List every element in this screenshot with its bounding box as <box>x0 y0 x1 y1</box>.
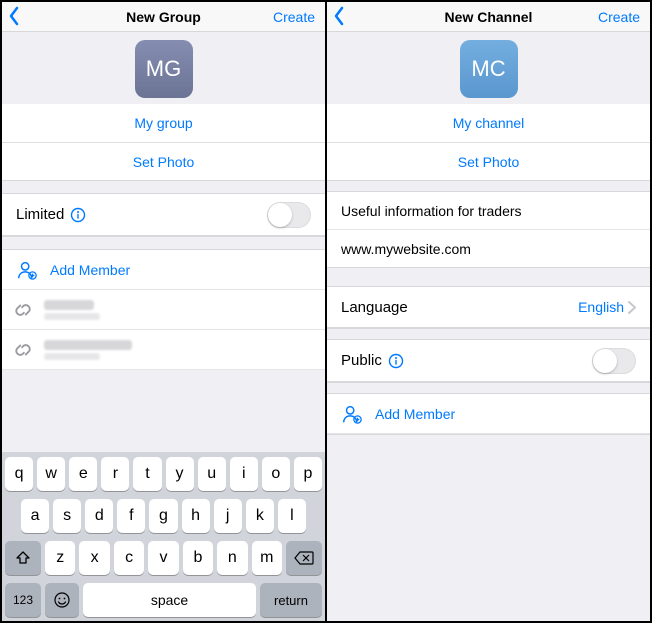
navbar-group: New Group Create <box>2 2 325 32</box>
add-member-button[interactable]: Add Member <box>327 394 650 434</box>
key-o[interactable]: o <box>262 457 290 491</box>
keyboard-row-3: z x c v b n m <box>5 541 322 575</box>
add-member-icon <box>341 403 363 425</box>
content-filler <box>327 434 650 621</box>
key-y[interactable]: y <box>166 457 194 491</box>
public-row: Public <box>327 340 650 382</box>
set-photo-button[interactable]: Set Photo <box>327 142 650 180</box>
key-w[interactable]: w <box>37 457 65 491</box>
key-k[interactable]: k <box>246 499 274 533</box>
contact-name-blurred <box>44 300 100 320</box>
key-z[interactable]: z <box>45 541 75 575</box>
language-label: Language <box>341 299 408 316</box>
limited-label: Limited <box>16 206 64 223</box>
key-r[interactable]: r <box>101 457 129 491</box>
key-d[interactable]: d <box>85 499 113 533</box>
key-backspace[interactable] <box>286 541 322 575</box>
backspace-icon <box>294 551 314 565</box>
key-x[interactable]: x <box>79 541 109 575</box>
keyboard: q w e r t y u i o p a s d f g h j k l <box>2 452 325 621</box>
contact-row[interactable] <box>2 330 325 370</box>
section-gap <box>327 268 650 286</box>
group-name-field[interactable]: My group <box>2 104 325 142</box>
key-shift[interactable] <box>5 541 41 575</box>
key-space[interactable]: space <box>83 583 256 617</box>
group-avatar[interactable]: MG <box>135 40 193 98</box>
description-field[interactable]: Useful information for traders <box>327 192 650 230</box>
pane-new-channel: New Channel Create MC My channel Set Pho… <box>327 2 650 621</box>
separator <box>327 382 650 394</box>
info-icon[interactable] <box>64 207 86 223</box>
avatar-section: MG <box>2 32 325 104</box>
key-q[interactable]: q <box>5 457 33 491</box>
channel-name-field[interactable]: My channel <box>327 104 650 142</box>
keyboard-row-1: q w e r t y u i o p <box>5 457 322 491</box>
keyboard-row-4: 123 space return <box>5 583 322 617</box>
separator <box>2 236 325 250</box>
app-container: New Group Create MG My group Set Photo L… <box>0 0 652 623</box>
navbar-title: New Group <box>126 9 201 25</box>
set-photo-button[interactable]: Set Photo <box>2 142 325 180</box>
add-member-label: Add Member <box>50 262 130 278</box>
channel-avatar[interactable]: MC <box>460 40 518 98</box>
key-t[interactable]: t <box>133 457 161 491</box>
key-f[interactable]: f <box>117 499 145 533</box>
add-member-button[interactable]: Add Member <box>2 250 325 290</box>
add-member-label: Add Member <box>375 406 455 422</box>
shift-icon <box>15 550 31 566</box>
content-filler <box>2 370 325 452</box>
key-numbers[interactable]: 123 <box>5 583 41 617</box>
separator <box>327 328 650 340</box>
website-field[interactable]: www.mywebsite.com <box>327 230 650 268</box>
emoji-icon <box>53 591 71 609</box>
separator <box>327 180 650 192</box>
key-n[interactable]: n <box>217 541 247 575</box>
key-v[interactable]: v <box>148 541 178 575</box>
contact-row[interactable] <box>2 290 325 330</box>
add-member-icon <box>16 259 38 281</box>
chevron-right-icon <box>628 301 636 314</box>
name-section: My channel Set Photo <box>327 104 650 180</box>
pane-new-group: New Group Create MG My group Set Photo L… <box>2 2 327 621</box>
public-toggle[interactable] <box>592 348 636 374</box>
navbar-channel: New Channel Create <box>327 2 650 32</box>
create-button[interactable]: Create <box>273 2 315 32</box>
keyboard-row-2: a s d f g h j k l <box>5 499 322 533</box>
key-c[interactable]: c <box>114 541 144 575</box>
public-label: Public <box>341 352 382 369</box>
key-j[interactable]: j <box>214 499 242 533</box>
key-e[interactable]: e <box>69 457 97 491</box>
key-s[interactable]: s <box>53 499 81 533</box>
info-icon[interactable] <box>382 353 404 369</box>
separator <box>2 180 325 194</box>
key-g[interactable]: g <box>149 499 177 533</box>
key-b[interactable]: b <box>183 541 213 575</box>
key-u[interactable]: u <box>198 457 226 491</box>
chevron-left-icon <box>8 6 20 26</box>
key-p[interactable]: p <box>294 457 322 491</box>
key-emoji[interactable] <box>45 583 79 617</box>
language-value: English <box>578 299 624 315</box>
link-icon <box>12 299 34 321</box>
limited-row: Limited <box>2 194 325 236</box>
limited-toggle[interactable] <box>267 202 311 228</box>
key-a[interactable]: a <box>21 499 49 533</box>
navbar-title: New Channel <box>445 9 533 25</box>
create-button[interactable]: Create <box>598 2 640 32</box>
name-section: My group Set Photo <box>2 104 325 180</box>
avatar-section: MC <box>327 32 650 104</box>
key-h[interactable]: h <box>182 499 210 533</box>
language-row[interactable]: Language English <box>327 286 650 328</box>
key-m[interactable]: m <box>252 541 282 575</box>
key-l[interactable]: l <box>278 499 306 533</box>
back-button[interactable] <box>333 6 345 26</box>
back-button[interactable] <box>8 6 20 26</box>
key-return[interactable]: return <box>260 583 322 617</box>
key-i[interactable]: i <box>230 457 258 491</box>
link-icon <box>12 339 34 361</box>
chevron-left-icon <box>333 6 345 26</box>
contact-name-blurred <box>44 340 132 360</box>
